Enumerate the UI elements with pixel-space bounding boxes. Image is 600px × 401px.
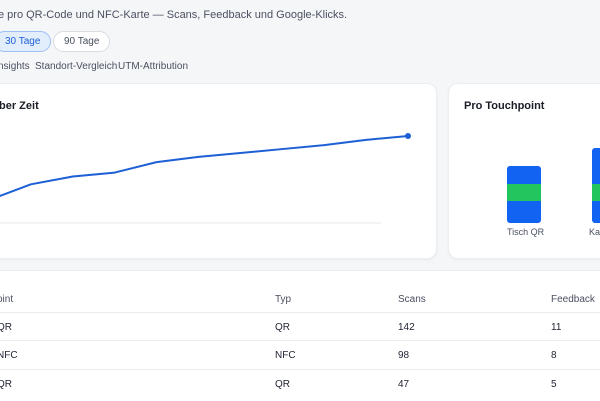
cell-scans: 47 xyxy=(398,379,410,390)
last-data-point xyxy=(405,133,411,139)
touchpoint-card: Pro Touchpoint Tisch QR Kas xyxy=(448,83,600,259)
row-divider xyxy=(0,340,600,341)
tab-utm-attribution[interactable]: UTM-Attribution xyxy=(118,61,188,72)
column-header-scans: Scans xyxy=(398,294,426,305)
touchpoint-label-kasse: Kas xyxy=(589,227,600,237)
cell-touchpoint: QR xyxy=(0,379,12,390)
range-30-days-button[interactable]: 30 Tage xyxy=(0,31,52,52)
column-header-touchpoint: oint xyxy=(0,294,14,305)
line-chart-card: ber Zeit xyxy=(0,83,437,259)
cell-scans: 98 xyxy=(398,350,410,361)
page-subtitle: e pro QR-Code und NFC-Karte — Scans, Fee… xyxy=(0,9,348,21)
column-header-typ: Typ xyxy=(275,294,292,305)
tab-insights[interactable]: nsights xyxy=(0,61,30,72)
cell-touchpoint: QR xyxy=(0,322,12,333)
cell-feedback: 11 xyxy=(551,322,562,333)
cell-touchpoint: NFC xyxy=(0,350,18,361)
tab-standort-vergleich[interactable]: Standort-Vergleich xyxy=(35,61,117,72)
touchpoint-bar-kasse-segment xyxy=(592,184,600,201)
touchpoint-bar-tisch-qr-segment xyxy=(507,184,541,201)
cell-feedback: 8 xyxy=(551,350,557,361)
cell-typ: QR xyxy=(275,379,290,390)
range-90-days-button[interactable]: 90 Tage xyxy=(53,31,111,52)
touchpoint-table: oint Typ Scans Feedback QR QR 142 11 NFC… xyxy=(0,270,600,401)
cell-feedback: 5 xyxy=(551,379,557,390)
cell-scans: 142 xyxy=(398,322,415,333)
row-divider xyxy=(0,312,600,313)
row-divider xyxy=(0,369,600,370)
touchpoint-label-tisch-qr: Tisch QR xyxy=(507,227,545,237)
cell-typ: NFC xyxy=(275,350,296,361)
column-header-feedback: Feedback xyxy=(551,294,595,305)
line-chart xyxy=(0,133,411,224)
series-line xyxy=(0,135,409,197)
cell-typ: QR xyxy=(275,322,290,333)
